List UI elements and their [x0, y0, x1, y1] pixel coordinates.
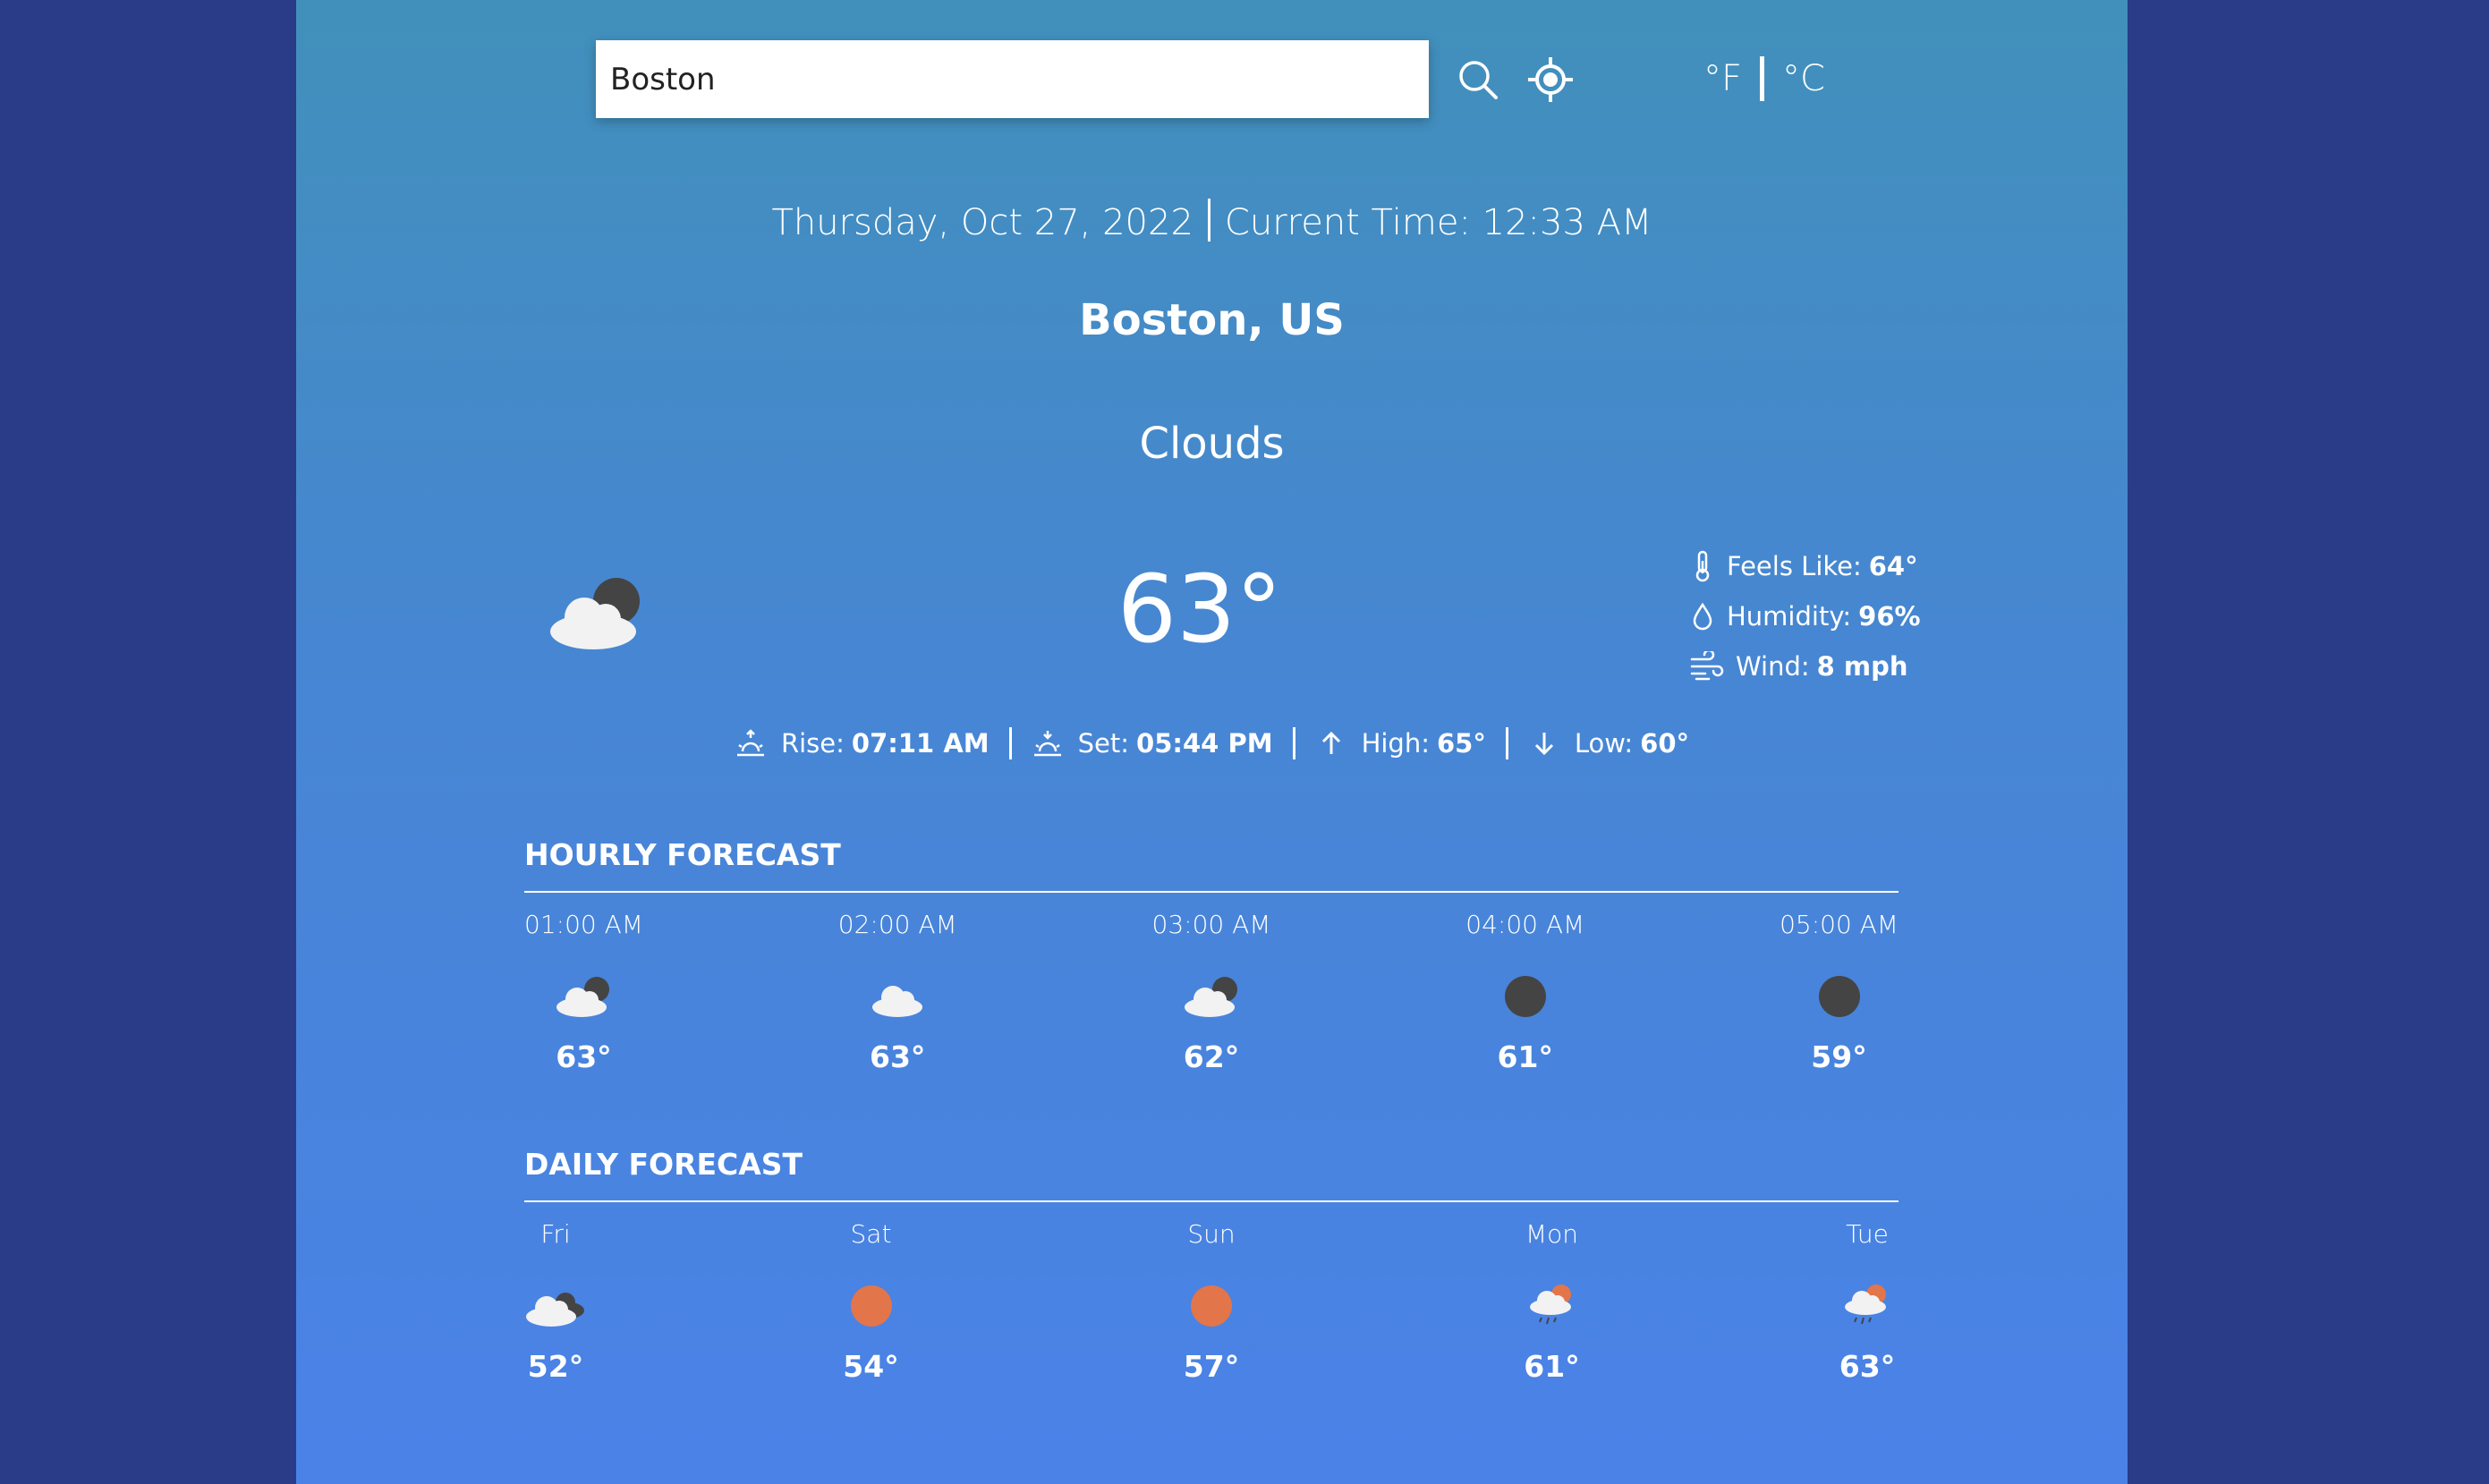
sun-rain-cloud-icon [1836, 1279, 1899, 1333]
unit-divider [1760, 56, 1765, 101]
hourly-item: 03:00 AM 62° [1152, 907, 1271, 1074]
weather-details: Feels Like: 64° Humidity: 96% Wind: 8 mp… [1687, 541, 1956, 691]
hourly-temp: 63° [556, 1039, 612, 1074]
sun-icon [840, 1279, 903, 1333]
humidity-value: 96% [1858, 601, 1921, 632]
cloud-moon-icon [547, 572, 645, 653]
arrow-up-icon [1315, 727, 1347, 759]
daily-day: Tue [1846, 1219, 1889, 1249]
daily-item: Tue 63° [1836, 1217, 1899, 1384]
current-time: Current Time: 12:33 AM [1224, 202, 1652, 243]
wind-value: 8 mph [1816, 651, 1908, 682]
feels-like-value: 64° [1868, 551, 1918, 581]
high-label: High: [1361, 728, 1430, 759]
daily-item: Sat 54° [815, 1217, 928, 1384]
sunrise-icon [735, 727, 767, 759]
sunset-label: Set: [1077, 728, 1130, 759]
daily-temp: 52° [527, 1349, 584, 1384]
humidity-row: Humidity: 96% [1687, 591, 1956, 641]
sunset-value: 05:44 PM [1136, 728, 1273, 759]
arrow-down-icon [1528, 727, 1560, 759]
hourly-forecast-row: 01:00 AM 63° 02:00 AM 63° 03:00 AM 62° 0… [524, 907, 1899, 1074]
daily-temp: 61° [1524, 1349, 1580, 1384]
current-date: Thursday, Oct 27, 2022 [771, 202, 1194, 243]
daily-item: Mon 61° [1496, 1217, 1609, 1384]
humidity-label: Humidity: [1727, 601, 1852, 632]
hourly-time: 03:00 AM [1151, 910, 1271, 939]
sunrise-label: Rise: [780, 728, 845, 759]
droplet-icon [1687, 599, 1718, 633]
sunset-item: Set: 05:44 PM [1032, 727, 1273, 759]
feels-like-row: Feels Like: 64° [1687, 541, 1956, 591]
hourly-divider [524, 891, 1899, 893]
moon-icon [1808, 970, 1871, 1023]
hourly-temp: 62° [1183, 1039, 1240, 1074]
low-value: 60° [1640, 728, 1690, 759]
cloud-moon-icon [1180, 970, 1243, 1023]
hourly-time: 02:00 AM [837, 910, 957, 939]
high-item: High: 65° [1315, 727, 1486, 759]
divider [1008, 727, 1012, 759]
sunrise-item: Rise: 07:11 AM [735, 727, 990, 759]
weather-app: °F °C Thursday, Oct 27, 2022 Current Time… [296, 0, 2128, 1484]
current-temperature: 63° [1117, 555, 1283, 664]
wind-label: Wind: [1736, 651, 1810, 682]
dark-clouds-icon [524, 1279, 587, 1333]
daily-item: Fri 52° [524, 1217, 587, 1384]
sunrise-value: 07:11 AM [851, 728, 990, 759]
city-name: Boston, US [1079, 295, 1345, 345]
feels-like-label: Feels Like: [1727, 551, 1862, 581]
hourly-temp: 61° [1497, 1039, 1553, 1074]
sun-info-row: Rise: 07:11 AM Set: 05:44 PM High: 65° L… [296, 727, 2128, 759]
date-time: Thursday, Oct 27, 2022 Current Time: 12:3… [296, 199, 2128, 243]
hourly-item: 01:00 AM 63° [524, 907, 643, 1074]
hourly-temp: 59° [1811, 1039, 1867, 1074]
hourly-time: 01:00 AM [524, 910, 643, 939]
daily-divider [524, 1200, 1899, 1202]
thermometer-icon [1687, 549, 1718, 583]
wind-row: Wind: 8 mph [1687, 641, 1956, 691]
cloud-moon-icon [552, 970, 615, 1023]
moon-icon [1494, 970, 1557, 1023]
daily-day: Sun [1187, 1219, 1236, 1249]
sunset-icon [1032, 727, 1064, 759]
cloud-icon [866, 970, 929, 1023]
unit-toggle: °F °C [1703, 52, 1825, 106]
location-icon[interactable] [1526, 55, 1575, 104]
hourly-forecast-title: HOURLY FORECAST [524, 837, 841, 872]
divider [1505, 727, 1508, 759]
sun-icon [1180, 1279, 1243, 1333]
daily-day: Mon [1525, 1219, 1579, 1249]
daily-temp: 63° [1839, 1349, 1896, 1384]
low-label: Low: [1574, 728, 1634, 759]
high-value: 65° [1437, 728, 1486, 759]
search-input[interactable] [596, 40, 1429, 118]
hourly-item: 05:00 AM 59° [1780, 907, 1899, 1074]
fahrenheit-button[interactable]: °F [1703, 58, 1742, 99]
daily-temp: 54° [843, 1349, 899, 1384]
hourly-temp: 63° [870, 1039, 926, 1074]
daily-item: Sun 57° [1155, 1217, 1268, 1384]
daily-forecast-title: DAILY FORECAST [524, 1147, 803, 1182]
hourly-item: 02:00 AM 63° [838, 907, 957, 1074]
wind-icon [1687, 649, 1727, 683]
daily-forecast-row: Fri 52° Sat 54° Sun 57° Mon 61° Tue 63° [524, 1217, 1899, 1384]
date-time-divider [1207, 199, 1211, 242]
daily-day: Fri [540, 1219, 571, 1249]
search-icon[interactable] [1456, 57, 1500, 102]
low-item: Low: 60° [1528, 727, 1689, 759]
hourly-item: 04:00 AM 61° [1465, 907, 1584, 1074]
divider [1292, 727, 1295, 759]
weather-condition: Clouds [1139, 419, 1285, 469]
daily-temp: 57° [1183, 1349, 1240, 1384]
celsius-button[interactable]: °C [1782, 58, 1825, 99]
hourly-time: 05:00 AM [1780, 910, 1899, 939]
daily-day: Sat [850, 1219, 892, 1249]
sun-rain-cloud-icon [1521, 1279, 1584, 1333]
hourly-time: 04:00 AM [1465, 910, 1585, 939]
